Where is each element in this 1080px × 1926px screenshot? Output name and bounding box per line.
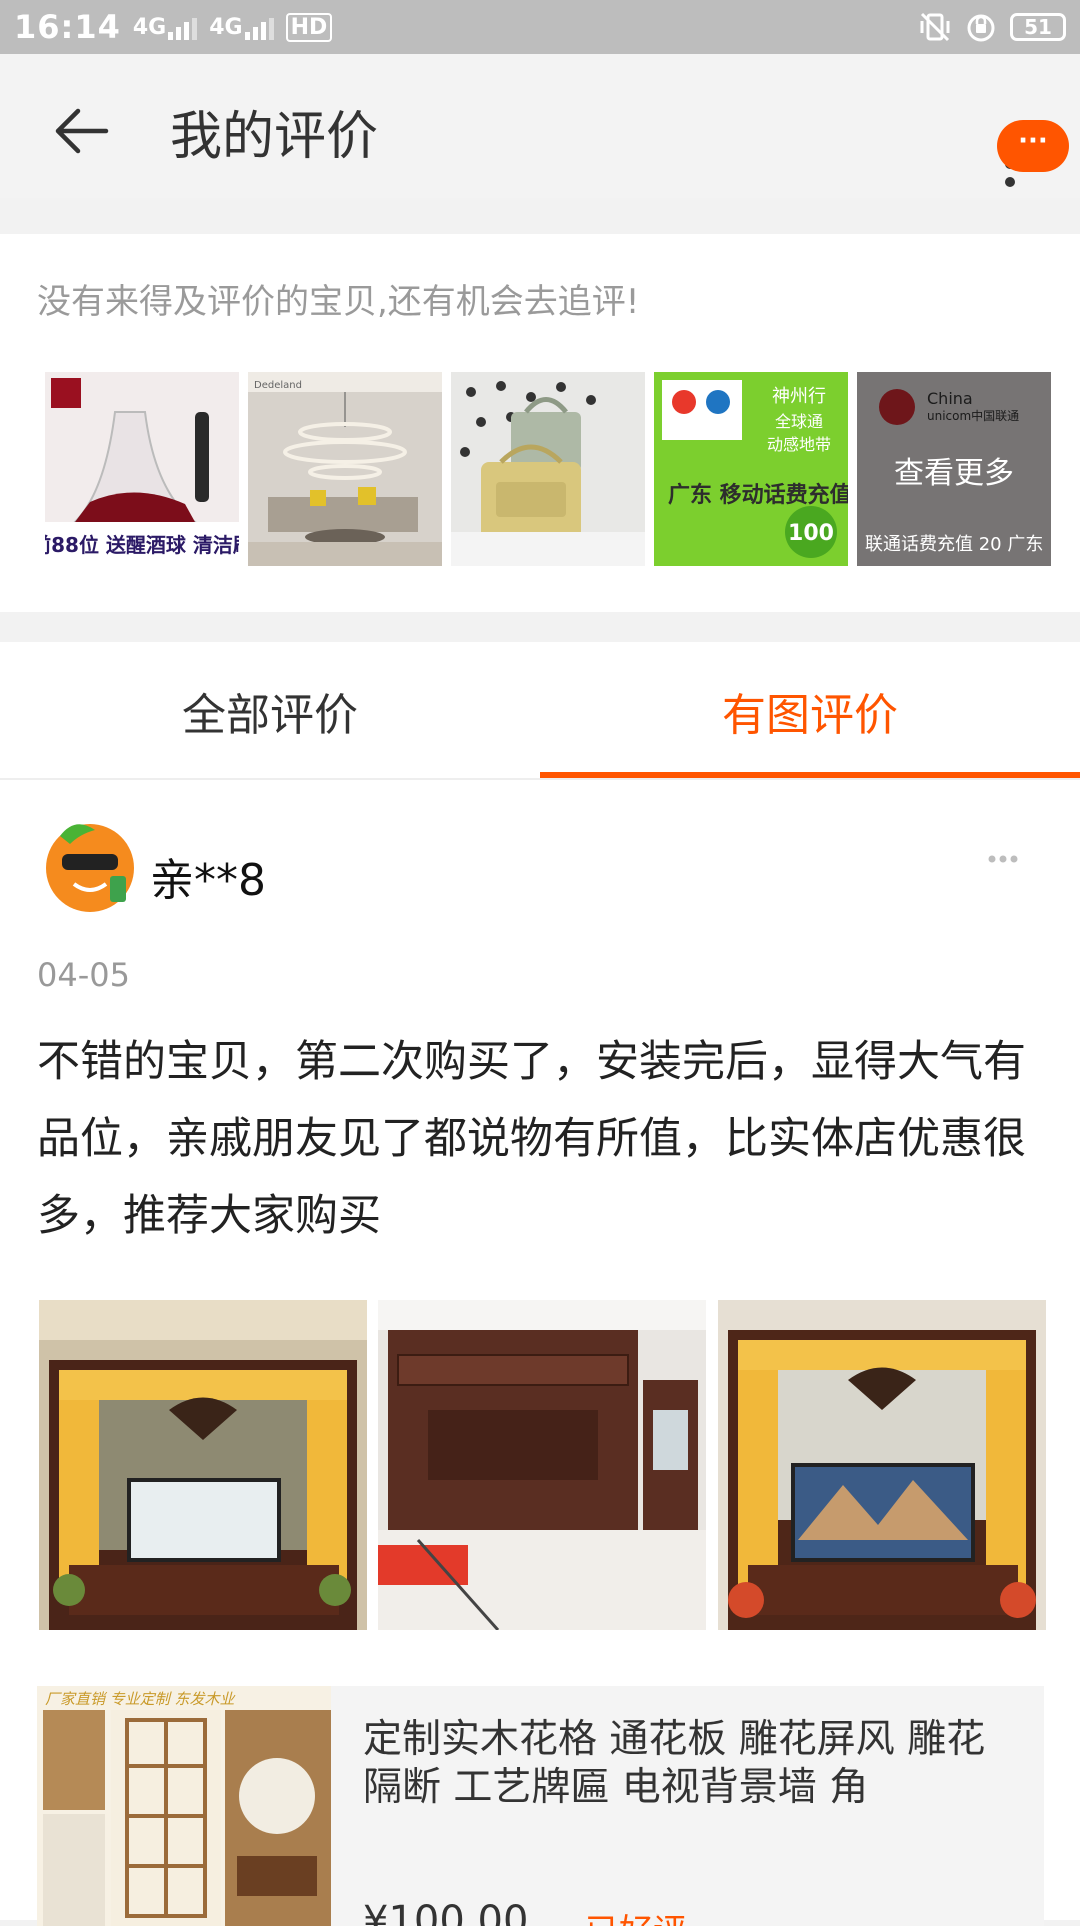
review-card: 亲**8 04-05 不错的宝贝，第二次购买了，安装完后，显得大气有品位，亲戚朋… (0, 780, 1080, 1926)
product-thumb-chandelier[interactable]: Dedeland (248, 372, 442, 566)
unicom-caption: 联通话费充值 20 广东 (865, 534, 1043, 555)
review-photo-1[interactable] (39, 1300, 367, 1630)
review-photo-3[interactable] (718, 1300, 1046, 1630)
review-date: 04-05 (37, 956, 130, 994)
vibrate-mute-icon (920, 12, 950, 42)
status-time: 16:14 (14, 8, 121, 46)
tv-wall-photo-3 (718, 1300, 1046, 1630)
network-type-1: 4G (132, 14, 167, 40)
battery-icon: 51 (1010, 13, 1066, 41)
svg-text:动感地带: 动感地带 (767, 435, 831, 454)
recharge-caption: 广东 移动话费充值 100 (668, 482, 848, 508)
page-title: 我的评价 (170, 107, 379, 167)
status-left: 16:14 4G 4G HD (14, 8, 333, 46)
chandelier-brand: Dedeland (254, 380, 302, 391)
chandelier-image: Dedeland (248, 372, 442, 566)
tv-wall-photo-1 (39, 1300, 367, 1630)
signal-icon-1: 4G (132, 14, 198, 40)
see-more-label: 查看更多 (894, 456, 1014, 491)
product-price: ¥100.00 (363, 1898, 529, 1926)
review-tabs: 全部评价 有图评价 (0, 642, 1080, 780)
back-arrow-icon[interactable] (50, 99, 114, 163)
product-thumb-mobile-recharge[interactable]: 神州行 全球通 动感地带 广东 移动话费充值 100 100 (654, 372, 848, 566)
signal-icon-2: 4G (209, 14, 274, 40)
avatar (46, 824, 134, 912)
message-badge[interactable]: ··· (997, 120, 1069, 172)
tab-photo-reviews[interactable]: 有图评价 (540, 642, 1080, 780)
svg-text:全球通: 全球通 (775, 412, 823, 431)
product-title: 定制实木花格 通花板 雕花屏风 雕花隔断 工艺牌匾 电视背景墙 角 (363, 1717, 986, 1810)
pending-review-hint: 没有来得及评价的宝贝,还有机会去追评! (37, 282, 640, 322)
status-bar: 16:14 4G 4G HD 51 (0, 0, 1080, 54)
handbag-image (451, 372, 645, 566)
tab-all-reviews[interactable]: 全部评价 (0, 642, 540, 780)
alarm-icon (967, 14, 995, 42)
status-right: 51 (918, 10, 1066, 44)
product-thumb-decanter[interactable]: 前88位 送醒酒球 清洁刷 (45, 372, 239, 566)
reviewer-name: 亲**8 (150, 855, 266, 906)
decanter-image: 前88位 送醒酒球 清洁刷 (45, 372, 239, 566)
product-image: 厂家直销 专业定制 东发木业 (37, 1686, 331, 1926)
hd-icon: HD (285, 12, 333, 42)
review-more-icon[interactable] (988, 852, 1018, 866)
review-status-tag: 已好评 (585, 1904, 687, 1926)
mobile-recharge-image: 神州行 全球通 动感地带 广东 移动话费充值 100 100 (654, 372, 848, 566)
product-thumb-handbag[interactable] (451, 372, 645, 566)
review-photo-2[interactable] (378, 1300, 706, 1630)
see-more-thumb[interactable]: China unicom中国联通 联通话费充值 20 广东 查看更多 (857, 372, 1051, 566)
reviewed-product-card[interactable]: 厂家直销 专业定制 东发木业 定制实木花格 通花板 雕花屏风 雕花隔断 工艺牌匾… (37, 1686, 1044, 1926)
product-banner: 厂家直销 专业定制 东发木业 (45, 1690, 236, 1708)
network-type-2: 4G (209, 14, 243, 40)
svg-text:神州行: 神州行 (772, 386, 826, 407)
active-tab-indicator (540, 772, 1080, 778)
review-text: 不错的宝贝，第二次购买了，安装完后，显得大气有品位，亲戚朋友见了都说物有所值，比… (37, 1037, 1026, 1241)
app-header: 我的评价 ··· (0, 54, 1080, 198)
pending-review-section: 没有来得及评价的宝贝,还有机会去追评! 前88位 送醒酒球 清洁刷 Dedela… (0, 234, 1080, 612)
decanter-caption: 前88位 送醒酒球 清洁刷 (45, 533, 239, 557)
svg-text:100: 100 (788, 521, 834, 546)
tv-wall-photo-2 (378, 1300, 706, 1630)
